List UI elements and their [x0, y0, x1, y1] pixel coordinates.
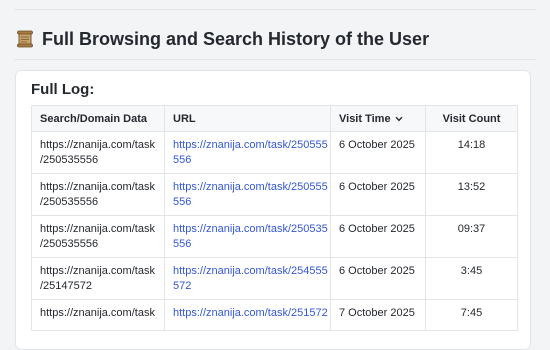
table-header-row: Search/Domain Data URL Visit Time Visit … — [31, 105, 518, 132]
cell-visit-count: 3:45 — [425, 257, 518, 300]
cell-search-data: https://znanija.com/task — [31, 299, 165, 331]
cell-visit-count: 09:37 — [425, 215, 518, 258]
column-header-url-label: URL — [173, 112, 196, 125]
cell-visit-time: 6 October 2025 — [330, 215, 426, 258]
cell-text: /250535556 — [40, 238, 99, 250]
url-link-text[interactable]: 556 — [173, 195, 322, 210]
cell-text: https://znanija.com/task — [40, 139, 155, 151]
column-header-data-label: Search/Domain Data — [40, 112, 147, 125]
cell-url-link[interactable]: https://znanija.com/task/250555 556 — [164, 131, 331, 174]
cell-search-data: https://znanija.com/task/250535556 — [31, 173, 165, 216]
cell-text: https://znanija.com/task — [40, 307, 155, 319]
table-row: https://znanija.com/task/250535556 https… — [31, 215, 518, 258]
cell-search-data: https://znanija.com/task/250535556 — [31, 215, 165, 258]
chevron-down-icon[interactable] — [395, 116, 403, 122]
cell-text: /25147572 — [40, 280, 92, 292]
log-card: Full Log: Search/Domain Data URL Visit T… — [15, 70, 531, 350]
cell-url-link[interactable]: https://znanija.com/task/251572 — [164, 299, 331, 331]
column-header-data[interactable]: Search/Domain Data — [31, 105, 165, 132]
cell-visit-time: 6 October 2025 — [330, 173, 426, 216]
url-link-text[interactable]: https://znanija.com/task/250555 — [173, 180, 328, 195]
url-link-text[interactable]: 556 — [173, 237, 322, 252]
url-link-text[interactable]: https://znanija.com/task/254555 — [173, 264, 328, 279]
cell-visit-count: 14:18 — [425, 131, 518, 174]
cell-visit-time: 7 October 2025 — [330, 299, 426, 331]
cell-visit-time: 6 October 2025 — [330, 257, 426, 300]
header-divider — [14, 59, 536, 60]
column-header-time[interactable]: Visit Time — [330, 105, 426, 132]
cell-text: /250535556 — [40, 196, 99, 208]
table-row: https://znanija.com/task/25147572 https:… — [31, 257, 518, 300]
log-heading: Full Log: — [31, 81, 95, 98]
table-row: https://znanija.com/task/250535556 https… — [31, 173, 518, 216]
cell-text: https://znanija.com/task — [40, 181, 155, 193]
cell-visit-count: 13:52 — [425, 173, 518, 216]
cell-visit-count: 7:45 — [425, 299, 518, 331]
cell-text: https://znanija.com/task — [40, 223, 155, 235]
cell-url-link[interactable]: https://znanija.com/task/254555 572 — [164, 257, 331, 300]
cell-search-data: https://znanija.com/task/25147572 — [31, 257, 165, 300]
url-link-text[interactable]: 556 — [173, 153, 322, 168]
cell-search-data: https://znanija.com/task/250535556 — [31, 131, 165, 174]
history-table: Search/Domain Data URL Visit Time Visit … — [31, 105, 518, 331]
cell-visit-time: 6 October 2025 — [330, 131, 426, 174]
scroll-icon — [17, 30, 33, 48]
column-header-url[interactable]: URL — [164, 105, 331, 132]
top-divider — [14, 9, 536, 10]
page-header: Full Browsing and Search History of the … — [16, 26, 429, 52]
column-header-count-label: Visit Count — [442, 112, 501, 125]
table-row: https://znanija.com/task https://znanija… — [31, 299, 518, 331]
cell-text: /250535556 — [40, 154, 99, 166]
url-link-text[interactable]: https://znanija.com/task/250555 — [173, 138, 328, 153]
table-row: https://znanija.com/task/250535556 https… — [31, 131, 518, 174]
url-link-text[interactable]: https://znanija.com/task/250535 — [173, 222, 328, 237]
url-link-text[interactable]: 572 — [173, 279, 322, 294]
column-header-count[interactable]: Visit Count — [425, 105, 518, 132]
cell-url-link[interactable]: https://znanija.com/task/250535 556 — [164, 215, 331, 258]
cell-url-link[interactable]: https://znanija.com/task/250555 556 — [164, 173, 331, 216]
url-link-text[interactable]: https://znanija.com/task/251572 — [173, 306, 328, 321]
page-title: Full Browsing and Search History of the … — [42, 28, 430, 49]
cell-text: https://znanija.com/task — [40, 265, 155, 277]
column-header-time-label: Visit Time — [339, 112, 391, 125]
